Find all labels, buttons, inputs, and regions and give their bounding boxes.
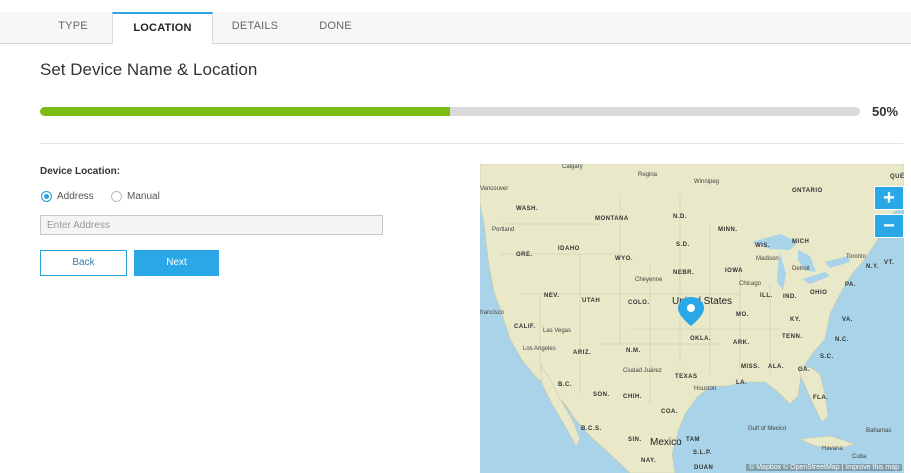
progress-bar-fill <box>40 107 450 116</box>
label-vt: VT. <box>884 260 894 266</box>
label-duan: DUAN <box>694 465 713 471</box>
label-coa: COA. <box>661 409 678 415</box>
label-sc: S.C. <box>820 354 834 360</box>
label-idaho: IDAHO <box>558 246 580 252</box>
city-chicago: Chicago <box>739 281 762 287</box>
city-madison: Madison <box>756 256 779 262</box>
radio-unselected-icon[interactable] <box>111 191 122 202</box>
zoom-out-button[interactable]: − <box>874 214 904 238</box>
label-nev: NEV. <box>544 293 559 299</box>
label-bahamas: Bahamas <box>866 428 891 434</box>
label-nebr: NEBR. <box>673 270 694 276</box>
city-detroit: Detroit <box>792 266 810 272</box>
label-ind: IND. <box>783 294 797 300</box>
label-wyo: WYO. <box>615 256 633 262</box>
page-title: Set Device Name & Location <box>40 60 258 79</box>
back-button[interactable]: Back <box>40 250 127 276</box>
label-ohio: OHIO <box>810 290 827 296</box>
address-radio[interactable]: Address <box>41 191 94 202</box>
label-sd: S.D. <box>676 242 690 248</box>
label-ill: ILL. <box>760 293 773 299</box>
city-cheyenne: Cheyenne <box>635 277 663 283</box>
device-location-label: Device Location: <box>40 166 121 177</box>
label-iowa: IOWA <box>725 268 743 274</box>
label-ore: ORE. <box>516 252 533 258</box>
address-input[interactable] <box>40 215 383 235</box>
progress-bar <box>40 107 860 116</box>
tab-details[interactable]: DETAILS <box>220 12 290 43</box>
label-wis: WIS. <box>755 243 770 249</box>
label-calif: CALIF. <box>514 324 536 330</box>
label-ariz: ARIZ. <box>573 350 591 356</box>
label-mo: MO. <box>736 312 749 318</box>
label-nm: N.M. <box>626 348 641 354</box>
city-vancouver: Vancouver <box>480 186 508 192</box>
label-son: SON. <box>593 392 610 398</box>
tab-done[interactable]: DONE <box>303 12 368 43</box>
label-ontario: ONTARIO <box>792 188 823 194</box>
label-ala: ALA. <box>768 364 784 370</box>
label-bc: B.C. <box>558 382 572 388</box>
label-chih: CHIH. <box>623 394 642 400</box>
label-ga: GA. <box>798 367 810 373</box>
label-la: LA. <box>736 380 747 386</box>
label-montana: MONTANA <box>595 216 629 222</box>
next-button[interactable]: Next <box>134 250 219 276</box>
location-map[interactable]: WASH. MONTANA N.D. MINN. ONTARIO ORE. ID… <box>480 164 904 473</box>
label-mich: MICH <box>792 239 809 245</box>
label-utah: UTAH <box>582 298 600 304</box>
label-tenn: TENN. <box>782 334 803 340</box>
address-radio-label: Address <box>57 191 94 202</box>
label-nc: N.C. <box>835 337 849 343</box>
city-ciudad-juarez: Ciudad Juárez <box>623 368 662 374</box>
label-mexico: Mexico <box>650 437 682 448</box>
city-houston: Houston <box>694 386 716 392</box>
map-attribution[interactable]: © Mapbox © OpenStreetMap | Improve this … <box>746 464 902 471</box>
label-colo: COLO. <box>628 300 650 306</box>
city-los-angeles: Los Angeles <box>523 346 556 352</box>
radio-selected-icon[interactable] <box>41 191 52 202</box>
city-calgary: Calgary <box>562 164 583 170</box>
city-regina: Regina <box>638 172 658 178</box>
label-ky: KY. <box>790 317 801 323</box>
city-havana: Havana <box>822 446 843 452</box>
city-portland: Portland <box>492 227 514 233</box>
label-minn: MINN. <box>718 227 738 233</box>
label-slp: S.L.P. <box>693 450 712 456</box>
label-ny: N.Y. <box>866 264 879 270</box>
city-las-vegas: Las Vegas <box>543 328 571 334</box>
progress-percent: 50% <box>872 104 899 119</box>
zoom-in-button[interactable]: + <box>874 186 904 210</box>
manual-radio[interactable]: Manual <box>111 191 160 202</box>
label-pa: PA. <box>845 282 856 288</box>
label-sin: SIN. <box>628 437 642 443</box>
city-san-francisco: francisco <box>480 310 505 316</box>
label-ark: ARK. <box>733 340 750 346</box>
label-tam: TAM <box>686 437 700 443</box>
city-winnipeg: Winnipeg <box>694 179 719 185</box>
label-miss: MISS. <box>741 364 760 370</box>
label-texas: TEXAS <box>675 374 698 380</box>
tab-location[interactable]: LOCATION <box>112 12 213 44</box>
manual-radio-label: Manual <box>127 191 160 202</box>
label-va: VA. <box>842 317 853 323</box>
divider <box>40 143 903 144</box>
label-fla: FLA. <box>813 395 828 401</box>
tab-type[interactable]: TYPE <box>43 12 103 43</box>
label-okla: OKLA. <box>690 336 711 342</box>
map-canvas[interactable]: WASH. MONTANA N.D. MINN. ONTARIO ORE. ID… <box>480 164 904 473</box>
wizard-tabs: TYPE LOCATION DETAILS DONE <box>0 0 911 44</box>
label-bcs: B.C.S. <box>581 426 602 432</box>
label-nd: N.D. <box>673 214 687 220</box>
label-nay: NAY. <box>641 458 656 464</box>
label-gulf-of-mexico: Gulf of Mexico <box>748 426 787 432</box>
label-wash: WASH. <box>516 206 538 212</box>
label-cuba: Cuba <box>852 454 867 460</box>
label-que: QUÉ <box>890 172 904 180</box>
city-toronto: Toronto <box>846 254 867 260</box>
